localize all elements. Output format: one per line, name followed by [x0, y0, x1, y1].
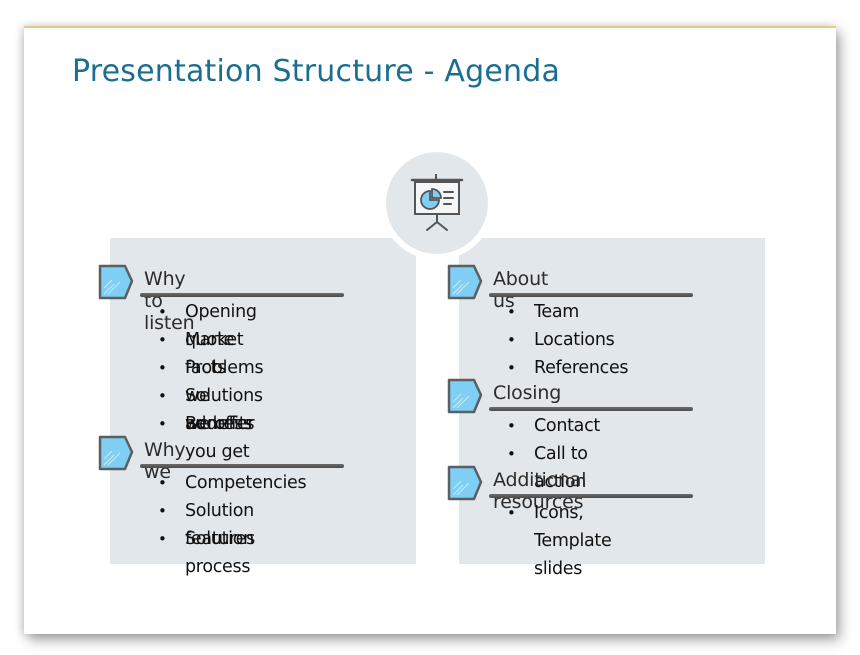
- list-item: Solution features: [158, 497, 306, 549]
- section-items: Icons, Template slides: [507, 499, 612, 579]
- section-underline: [140, 293, 344, 297]
- pencil-tag-icon: [98, 264, 134, 300]
- list-item: Opening quote: [158, 298, 263, 350]
- list-item: Icons, Template slides: [507, 499, 612, 579]
- list-item: Locations: [507, 326, 628, 354]
- list-item: Problems we address: [158, 354, 264, 434]
- list-item: References: [507, 354, 629, 382]
- list-item: Competencies: [158, 469, 307, 497]
- section-underline: [489, 293, 693, 297]
- list-item: Call to action: [507, 440, 600, 492]
- center-icon-circle: [380, 146, 494, 260]
- list-item: Solutions we offer: [158, 382, 263, 434]
- presentation-board-icon: [410, 174, 464, 231]
- pencil-tag-icon: [98, 435, 134, 471]
- list-item: Team: [507, 298, 628, 326]
- list-item: Contact: [507, 412, 600, 440]
- section-items: Competencies Solution features Solution …: [158, 469, 307, 577]
- list-item: Market facts: [158, 326, 263, 378]
- pencil-tag-icon: [447, 465, 483, 501]
- slide: Presentation Structure - Agenda Why to l…: [24, 26, 836, 634]
- section-items: Contact Call to action: [507, 412, 600, 492]
- section-items: Opening quote Market facts Problems we a…: [158, 298, 264, 462]
- section-underline: [489, 407, 693, 411]
- slide-title: Presentation Structure - Agenda: [72, 54, 561, 89]
- section-items: Team Locations References: [507, 298, 629, 382]
- pencil-tag-icon: [447, 378, 483, 414]
- section-underline: [489, 494, 693, 498]
- section-underline: [140, 464, 344, 468]
- list-item: Solution process: [158, 525, 306, 577]
- pencil-tag-icon: [447, 264, 483, 300]
- section-title: Closing: [493, 382, 562, 404]
- list-item: Benefits you get: [158, 410, 263, 462]
